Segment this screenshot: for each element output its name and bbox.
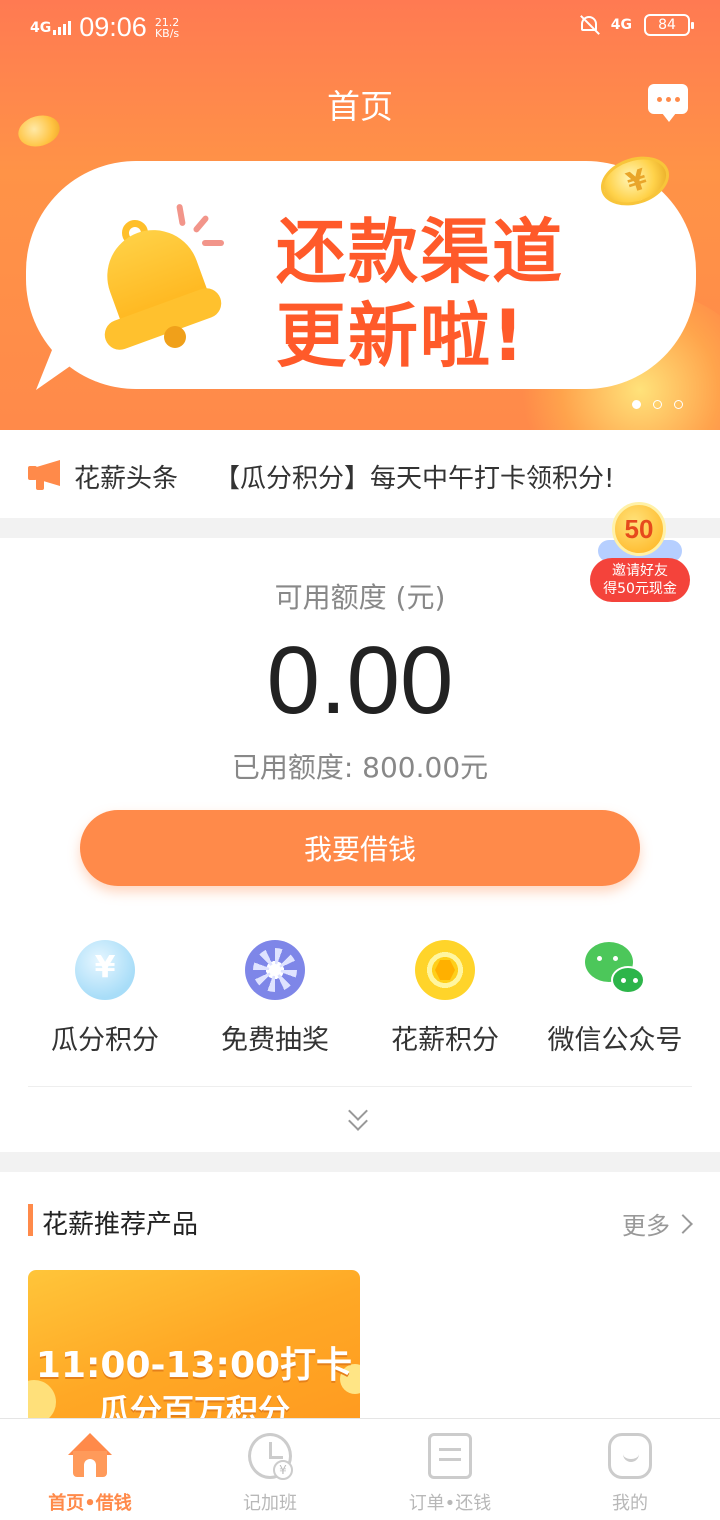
status-left: 4G 09:06 21.2 KB/s <box>30 12 179 43</box>
credit-panel: 可用额度 (元) 0.00 已用额度: 800.00元 我要借钱 瓜分积分 免费… <box>0 538 720 1152</box>
lottery-wheel-icon <box>245 940 305 1000</box>
network-type: 4G <box>30 19 52 36</box>
carousel-dot[interactable] <box>653 400 662 409</box>
feature-label: 免费抽奖 <box>221 1025 329 1056</box>
clock: 09:06 <box>79 12 147 42</box>
divider <box>28 1086 692 1087</box>
feature-split-points[interactable]: 瓜分积分 <box>20 940 190 1057</box>
bell-icon <box>94 200 230 354</box>
tab-label: 记加班 <box>243 1493 297 1514</box>
section-accent-bar <box>28 1204 33 1236</box>
tab-label: 订单•还钱 <box>408 1493 492 1514</box>
feature-points[interactable]: 花薪积分 <box>360 940 530 1057</box>
carousel-indicator <box>632 400 683 409</box>
promo-card[interactable]: 11:00-13:00打卡 瓜分百万积分 <box>28 1270 360 1430</box>
expand-chevron-icon[interactable] <box>346 1101 374 1134</box>
wechat-icon <box>585 940 645 1000</box>
ticker-headline[interactable]: 【瓜分积分】每天中午打卡领积分! <box>214 458 614 495</box>
feature-free-lottery[interactable]: 免费抽奖 <box>190 940 360 1057</box>
page-title: 首页 <box>327 87 393 126</box>
battery-icon: 84 <box>644 14 694 36</box>
feature-label: 花薪积分 <box>391 1025 499 1056</box>
megaphone-icon <box>28 458 64 490</box>
chevron-right-icon <box>673 1213 693 1234</box>
carousel-dot[interactable] <box>632 400 641 409</box>
profile-icon <box>608 1433 652 1479</box>
tab-orders-repay[interactable]: 订单•还钱 <box>360 1419 540 1520</box>
more-link[interactable]: 更多 <box>622 1206 693 1241</box>
battery-level: 84 <box>658 17 676 33</box>
home-screen: 4G 09:06 21.2 KB/s 4G 84 首页 ¥ 还款渠道 更新啦! … <box>0 0 720 1520</box>
tab-home-borrow[interactable]: 首页•借钱 <box>0 1419 180 1520</box>
network-type-right: 4G <box>610 17 632 33</box>
used-credit: 已用额度: 800.00元 <box>231 751 489 784</box>
status-bar: 4G 09:06 21.2 KB/s 4G 84 <box>0 0 720 58</box>
message-icon[interactable] <box>648 84 688 122</box>
net-speed: 21.2 KB/s <box>154 15 180 40</box>
bottom-tab-bar: 首页•借钱 ¥ 记加班 订单•还钱 我的 <box>0 1418 720 1520</box>
promo-line-1: 11:00-13:00打卡 <box>35 1345 353 1386</box>
yuan-droplet-icon <box>75 940 135 1000</box>
carousel-dot[interactable] <box>674 400 683 409</box>
clock-yuan-icon: ¥ <box>248 1433 293 1480</box>
signal-icon <box>53 20 72 35</box>
banner-area: 4G 09:06 21.2 KB/s 4G 84 首页 ¥ 还款渠道 更新啦! <box>0 0 720 430</box>
home-icon <box>68 1433 112 1479</box>
ticker-label: 花薪头条 <box>74 464 179 494</box>
banner-headline-2: 更新啦! <box>276 295 526 377</box>
mute-bell-icon <box>579 14 600 36</box>
status-right: 4G 84 <box>579 14 694 36</box>
tab-mine[interactable]: 我的 <box>540 1419 720 1520</box>
tab-overtime[interactable]: ¥ 记加班 <box>180 1419 360 1520</box>
invite-badge-number: 50 <box>612 502 666 556</box>
feature-label: 瓜分积分 <box>51 1025 159 1056</box>
borrow-button[interactable]: 我要借钱 <box>80 810 640 886</box>
order-list-icon <box>428 1433 472 1479</box>
section-title: 花薪推荐产品 <box>42 1210 199 1240</box>
tab-label: 我的 <box>612 1493 648 1514</box>
invite-tag: 邀请好友 得50元现金 <box>590 558 690 602</box>
available-credit-value: 0.00 <box>266 627 454 734</box>
points-coin-icon <box>415 940 475 1000</box>
invite-friends-badge[interactable]: 50 邀请好友 得50元现金 <box>590 500 690 602</box>
recommended-section: 花薪推荐产品 更多 11:00-13:00打卡 瓜分百万积分 <box>0 1172 720 1432</box>
tab-label: 首页•借钱 <box>48 1493 132 1514</box>
feature-label: 微信公众号 <box>547 1025 683 1056</box>
feature-wechat[interactable]: 微信公众号 <box>530 940 700 1057</box>
